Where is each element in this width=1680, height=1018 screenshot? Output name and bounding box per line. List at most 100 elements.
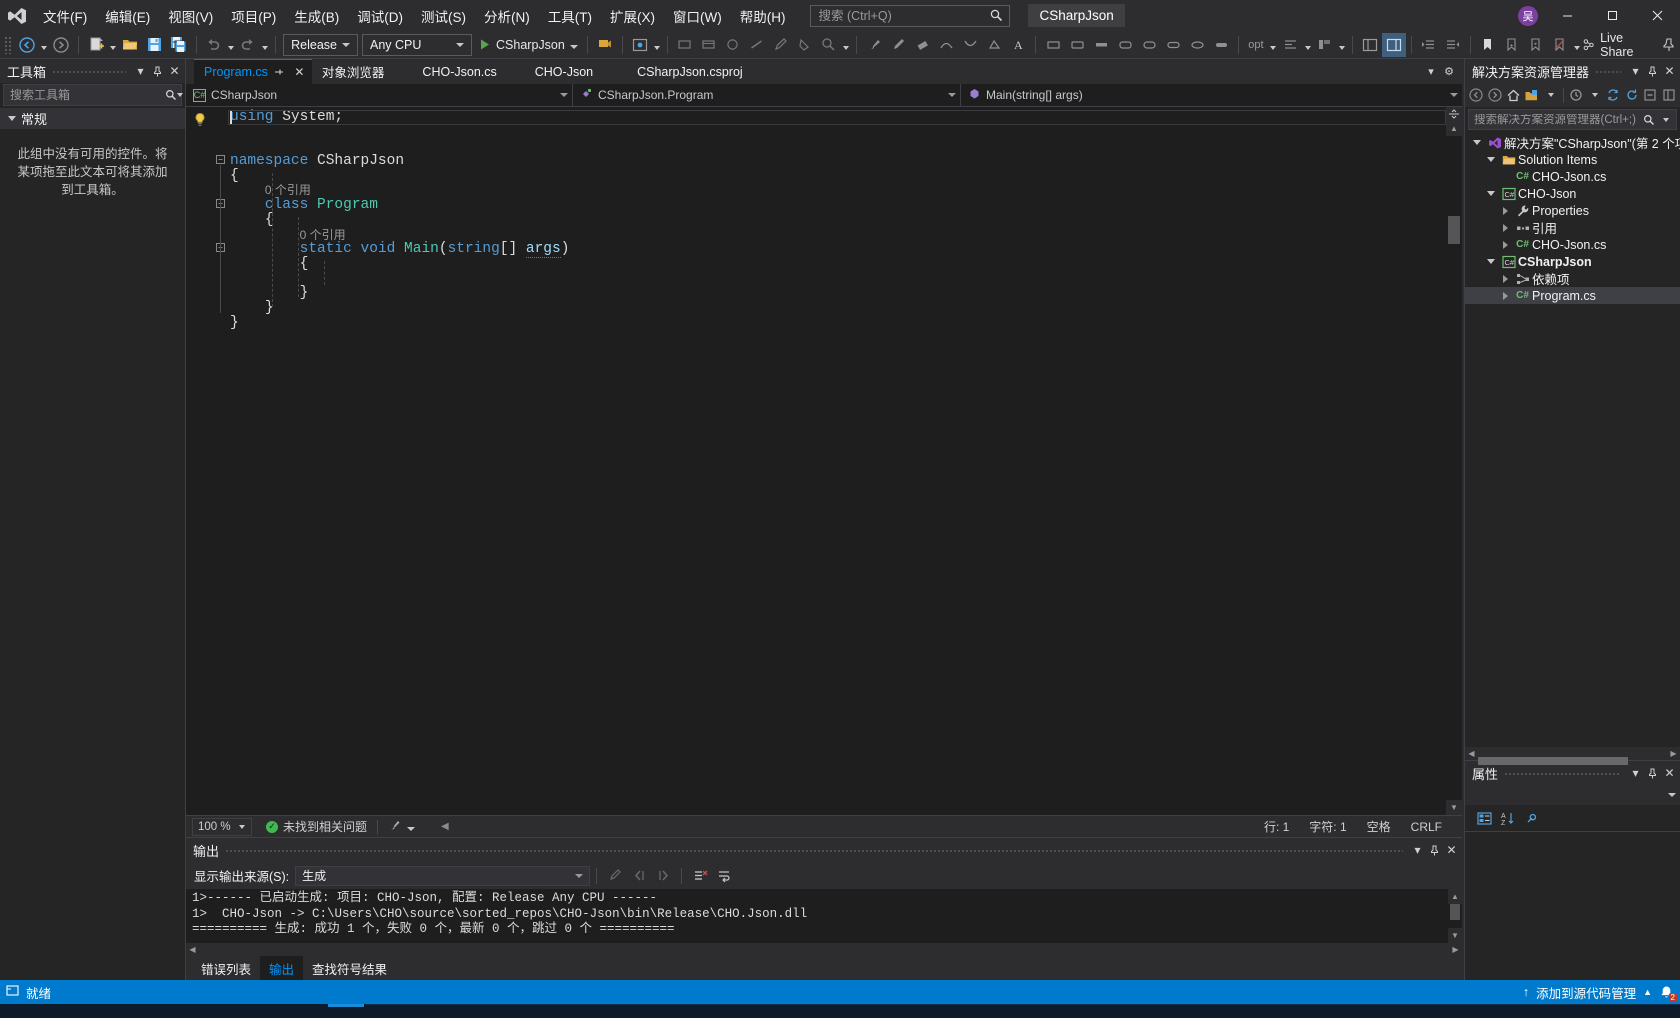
chevron-right-icon[interactable]	[1497, 274, 1513, 283]
solution-explorer-toggle-icon[interactable]	[1382, 32, 1407, 57]
go-to-previous-message-icon[interactable]	[627, 865, 651, 887]
properties-grid[interactable]	[1465, 832, 1680, 980]
tab-program-cs[interactable]: Program.cs ✕	[194, 59, 312, 84]
output-scroll-thumb[interactable]	[1450, 904, 1460, 920]
pin-icon[interactable]	[1644, 763, 1661, 783]
undo-dropdown[interactable]	[225, 33, 235, 57]
scroll-up-icon[interactable]: ▲	[1446, 121, 1462, 136]
refresh-icon[interactable]	[1622, 85, 1641, 106]
output-scroll-right-icon[interactable]: ▶	[1449, 945, 1462, 954]
start-debugging-button[interactable]: CSharpJson	[474, 33, 582, 57]
close-icon[interactable]: ✕	[291, 64, 308, 81]
chevron-right-icon[interactable]	[1497, 291, 1513, 300]
sync-with-active-document-icon[interactable]	[1604, 85, 1623, 106]
home-icon[interactable]	[1504, 85, 1523, 106]
indentation-indicator[interactable]: 空格	[1367, 818, 1391, 835]
solution-platform-dropdown[interactable]: Any CPU	[362, 33, 473, 56]
shape-rect-icon[interactable]	[1041, 33, 1065, 57]
chevron-down-icon[interactable]: ▾	[1409, 840, 1426, 860]
preview-dropdown[interactable]	[652, 33, 662, 57]
shape-stadium-icon[interactable]	[1161, 33, 1185, 57]
polygon-tool-icon[interactable]	[982, 33, 1006, 57]
solution-tree-horizontal-scrollbar[interactable]: ◀ ▶	[1465, 747, 1680, 765]
menu-project[interactable]: 项目(P)	[222, 0, 285, 31]
chevron-right-icon[interactable]	[1497, 240, 1513, 249]
shape-rect2-icon[interactable]	[1065, 33, 1089, 57]
navigate-back-icon[interactable]	[1467, 85, 1486, 106]
chevron-down-icon[interactable]	[1469, 140, 1485, 145]
save-all-icon[interactable]	[167, 33, 191, 57]
toolbox-drag-handle[interactable]	[52, 59, 126, 83]
output-horizontal-scrollbar[interactable]: ◀ ▶	[186, 943, 1462, 956]
solution-search-input[interactable]	[1474, 113, 1640, 126]
line-ending-indicator[interactable]: CRLF	[1411, 820, 1442, 834]
clear-output-icon[interactable]	[688, 865, 712, 887]
chevron-down-icon[interactable]: ▾	[1627, 61, 1644, 81]
new-project-icon[interactable]	[84, 33, 108, 57]
bookmark-dropdown[interactable]	[1572, 33, 1582, 57]
bookmark-prev-icon[interactable]	[1500, 33, 1524, 57]
bookmark-icon[interactable]	[1476, 33, 1500, 57]
output-scroll-track[interactable]	[1448, 904, 1462, 928]
tab-csharpjson-csproj[interactable]: CSharpJson.csproj	[603, 59, 753, 84]
chevron-right-icon[interactable]	[1497, 206, 1513, 215]
close-icon[interactable]: ✕	[1443, 840, 1460, 860]
save-icon[interactable]	[143, 33, 167, 57]
toolbox-search-box[interactable]	[3, 84, 183, 106]
tree-node[interactable]: C# CHO-Json.cs	[1465, 236, 1680, 253]
curve-tool-icon[interactable]	[934, 33, 958, 57]
categorized-view-icon[interactable]	[1473, 807, 1495, 829]
tree-node[interactable]: Solution Items	[1465, 151, 1680, 168]
output-text-area[interactable]: 1>------ 已启动生成: 项目: CHO-Json, 配置: Releas…	[186, 889, 1462, 943]
arc-tool-icon[interactable]	[958, 33, 982, 57]
toggle-word-wrap-icon[interactable]	[712, 865, 736, 887]
add-to-source-control-label[interactable]: 添加到源代码管理	[1536, 983, 1636, 1002]
solution-tree[interactable]: 解决方案"CSharpJson"(第 2 个项目，Solution ItemsC…	[1465, 132, 1680, 747]
toolbar-overflow-icon[interactable]	[1658, 37, 1680, 52]
navigate-backward-icon[interactable]	[15, 33, 39, 57]
properties-object-dropdown[interactable]	[1465, 785, 1680, 805]
tab-cho-json[interactable]: CHO-Json	[507, 59, 603, 84]
circle-tool-icon[interactable]	[721, 33, 745, 57]
shape-rounded-icon[interactable]	[1113, 33, 1137, 57]
properties-drag-handle[interactable]	[1504, 761, 1621, 785]
preview-window-icon[interactable]	[628, 33, 652, 57]
pin-icon[interactable]	[149, 61, 166, 81]
bookmark-next-icon[interactable]	[1524, 33, 1548, 57]
search-options-icon[interactable]	[1657, 110, 1674, 130]
brush-tool-icon[interactable]	[862, 33, 886, 57]
menu-window[interactable]: 窗口(W)	[664, 0, 731, 31]
gear-icon[interactable]: ⚙	[1440, 62, 1458, 82]
shape-bar-icon[interactable]	[1089, 33, 1113, 57]
navigate-backward-dropdown[interactable]	[39, 33, 49, 57]
tree-scroll-right-icon[interactable]: ▶	[1667, 749, 1680, 758]
notifications-button[interactable]: 2	[1659, 985, 1677, 1002]
tab-cho-json-cs[interactable]: CHO-Json.cs	[394, 59, 506, 84]
indent-tool-icon[interactable]	[1417, 33, 1441, 57]
shape-ellipse-icon[interactable]	[1185, 33, 1209, 57]
chevron-down-icon[interactable]: ▾	[1627, 763, 1644, 783]
text-tool-icon[interactable]: A	[1006, 33, 1030, 57]
tree-node[interactable]: C# CHO-Json.cs	[1465, 168, 1680, 185]
scroll-thumb[interactable]	[1448, 216, 1460, 244]
attach-process-icon[interactable]	[593, 33, 617, 57]
maximize-button[interactable]	[1590, 0, 1635, 31]
output-source-dropdown[interactable]: 生成	[295, 865, 591, 886]
tree-node[interactable]: 解决方案"CSharpJson"(第 2 个项目，	[1465, 134, 1680, 151]
menu-view[interactable]: 视图(V)	[159, 0, 222, 31]
frame-tool-icon[interactable]	[697, 33, 721, 57]
tab-overflow-icon[interactable]: ▾	[1422, 62, 1440, 82]
search-input[interactable]	[818, 8, 989, 23]
outdent-tool-icon[interactable]	[1441, 33, 1465, 57]
pin-icon[interactable]	[1426, 840, 1443, 860]
source-control-chevron-icon[interactable]: ▲	[1643, 987, 1652, 997]
solution-explorer-search-box[interactable]	[1468, 109, 1677, 130]
output-scroll-left-icon[interactable]: ◀	[186, 945, 199, 954]
quick-search-box[interactable]	[810, 4, 1011, 27]
fold-toggle-namespace[interactable]: −	[216, 155, 225, 164]
lightbulb-icon[interactable]	[192, 112, 208, 128]
output-scroll-up-icon[interactable]: ▲	[1448, 889, 1462, 904]
shape-rounded2-icon[interactable]	[1137, 33, 1161, 57]
find-message-icon[interactable]	[603, 865, 627, 887]
new-project-dropdown[interactable]	[108, 33, 118, 57]
